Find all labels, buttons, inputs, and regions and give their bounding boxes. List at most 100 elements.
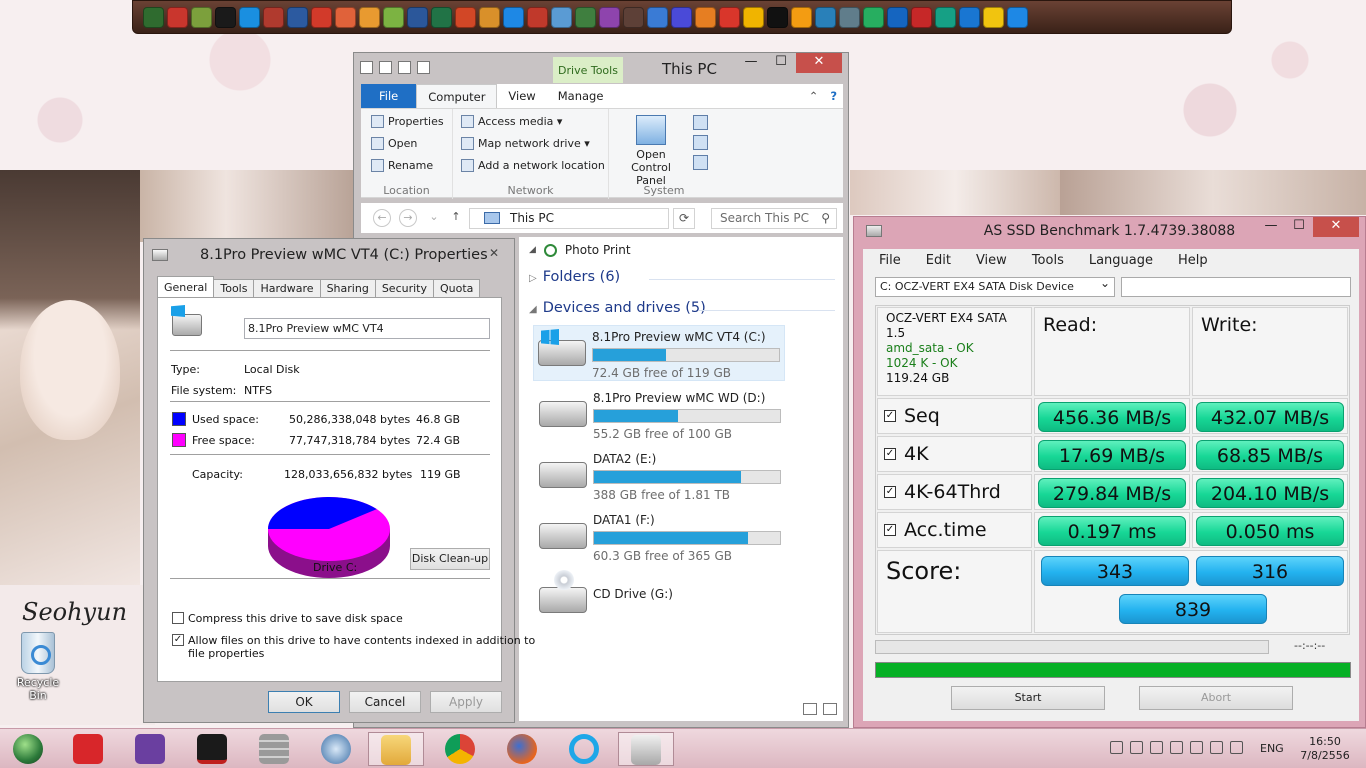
seq-checkbox[interactable]: ✓ — [884, 410, 896, 422]
row-acc-time[interactable]: ✓ Acc.time — [877, 512, 1032, 548]
input-language[interactable]: ENG — [1260, 742, 1284, 755]
map-network-drive-button[interactable]: Map network drive ▾ — [461, 137, 590, 150]
address-box[interactable]: This PC — [469, 208, 669, 229]
rename-button[interactable]: Rename — [371, 159, 433, 172]
tab-computer[interactable]: Computer — [416, 84, 498, 108]
dock-app-icon[interactable] — [407, 6, 428, 28]
drive-item-d[interactable]: 8.1Pro Preview wMC WD (D:) 55.2 GB free … — [535, 387, 785, 443]
disk-cleanup-button[interactable]: Disk Clean-up — [410, 548, 490, 570]
4k-checkbox[interactable]: ✓ — [884, 448, 896, 460]
dock-app-icon[interactable] — [431, 6, 452, 28]
tab-file[interactable]: File — [361, 84, 417, 108]
show-hidden-icons[interactable] — [1090, 741, 1103, 754]
new-folder-icon[interactable] — [398, 61, 411, 74]
menu-file[interactable]: File — [863, 253, 910, 268]
open-button[interactable]: Open — [371, 137, 417, 150]
dock-app-icon[interactable] — [551, 6, 572, 28]
row-seq[interactable]: ✓ Seq — [877, 398, 1032, 434]
network-icon[interactable] — [1110, 741, 1123, 754]
dock-app-icon[interactable] — [647, 6, 668, 28]
menu-language[interactable]: Language — [1073, 253, 1162, 268]
dock-app-icon[interactable] — [959, 6, 980, 28]
dock-app-icon[interactable] — [623, 6, 644, 28]
dock-app-icon[interactable] — [455, 6, 476, 28]
dock-app-icon[interactable] — [983, 6, 1004, 28]
maximize-button[interactable]: ☐ — [766, 53, 796, 73]
drive-item-f[interactable]: DATA1 (F:) 60.3 GB free of 365 GB — [535, 509, 785, 565]
tab-general[interactable]: General — [157, 276, 215, 297]
collapse-ribbon-icon[interactable]: ⌃ — [803, 84, 825, 108]
dock-app-icon[interactable] — [311, 6, 332, 28]
start-button[interactable]: Start — [951, 686, 1105, 710]
row-4k-64thrd[interactable]: ✓ 4K-64Thrd — [877, 474, 1032, 510]
minimize-button[interactable]: — — [736, 53, 766, 73]
folders-section-header[interactable]: ▷ Folders (6) — [529, 269, 620, 285]
dock-app-icon[interactable] — [815, 6, 836, 28]
output-textbox[interactable] — [1121, 277, 1351, 297]
taskbar-flash[interactable] — [60, 732, 116, 766]
close-button[interactable]: ✕ — [1313, 217, 1359, 237]
taskbar-chrome[interactable] — [432, 732, 488, 766]
dock-app-icon[interactable] — [719, 6, 740, 28]
taskbar-cpu-z[interactable] — [122, 732, 178, 766]
close-button[interactable]: ✕ — [484, 243, 504, 263]
devices-icon[interactable] — [1130, 741, 1143, 754]
recent-dropdown-icon[interactable]: ⌄ — [425, 209, 443, 227]
acc-time-checkbox[interactable]: ✓ — [884, 524, 896, 536]
minimize-button[interactable]: — — [1257, 217, 1285, 237]
menu-help[interactable]: Help — [1162, 253, 1217, 268]
taskbar-firefox[interactable] — [494, 732, 550, 766]
dock-app-icon[interactable] — [167, 6, 188, 28]
devices-section-header[interactable]: ◢ Devices and drives (5) — [529, 300, 706, 316]
dock-app-icon[interactable] — [599, 6, 620, 28]
4k-64thrd-checkbox[interactable]: ✓ — [884, 486, 896, 498]
taskbar-internet-explorer[interactable] — [556, 732, 612, 766]
clock[interactable]: 16:50 7/8/2556 — [1297, 735, 1353, 763]
dock-app-icon[interactable] — [143, 6, 164, 28]
uninstall-icon[interactable] — [693, 115, 708, 130]
large-icons-view-icon[interactable] — [823, 703, 837, 715]
ok-button[interactable]: OK — [268, 691, 340, 713]
dock-app-icon[interactable] — [479, 6, 500, 28]
start-orb-button[interactable] — [0, 732, 56, 766]
tab-security[interactable]: Security — [374, 279, 434, 297]
help-icon[interactable]: ? — [824, 84, 843, 108]
action-center-flag-icon[interactable] — [1150, 741, 1163, 754]
tab-tools[interactable]: Tools — [213, 279, 255, 297]
dock-app-icon[interactable] — [839, 6, 860, 28]
drive-item-g[interactable]: CD Drive (G:) — [535, 570, 785, 629]
dock-app-icon[interactable] — [935, 6, 956, 28]
dock-app-icon[interactable] — [743, 6, 764, 28]
recycle-bin[interactable]: Recycle Bin — [8, 632, 68, 702]
volume-icon[interactable] — [1210, 741, 1223, 754]
properties-button[interactable]: Properties — [371, 115, 444, 128]
tab-sharing[interactable]: Sharing — [319, 279, 376, 297]
dock-app-icon[interactable] — [575, 6, 596, 28]
menu-tools[interactable]: Tools — [1016, 253, 1073, 268]
add-network-location-button[interactable]: Add a network location — [461, 159, 605, 172]
dock-app-icon[interactable] — [1007, 6, 1028, 28]
dock-app-icon[interactable] — [263, 6, 284, 28]
control-panel-button[interactable]: Open Control Panel — [615, 115, 687, 187]
access-media-button[interactable]: Access media ▾ — [461, 115, 562, 128]
dock-app-icon[interactable] — [215, 6, 236, 28]
menu-view[interactable]: View — [960, 253, 1016, 268]
taskbar-as-ssd[interactable] — [618, 732, 674, 766]
drive-select[interactable]: C: OCZ-VERT EX4 SATA Disk Device — [875, 274, 1115, 297]
dock-app-icon[interactable] — [887, 6, 908, 28]
wifi-icon[interactable] — [1190, 741, 1203, 754]
dock-app-icon[interactable] — [695, 6, 716, 28]
dock-app-icon[interactable] — [503, 6, 524, 28]
index-checkbox[interactable]: ✓ — [172, 634, 184, 646]
abort-button[interactable]: Abort — [1139, 686, 1293, 710]
dock-app-icon[interactable] — [287, 6, 308, 28]
compress-checkbox[interactable] — [172, 612, 184, 624]
dock-app-icon[interactable] — [527, 6, 548, 28]
forward-button[interactable]: → — [399, 209, 417, 227]
battery-icon[interactable] — [1230, 741, 1243, 754]
close-button[interactable]: ✕ — [796, 53, 842, 73]
tab-view[interactable]: View — [497, 84, 546, 108]
dock-app-icon[interactable] — [791, 6, 812, 28]
search-input[interactable]: Search This PC ⚲ — [711, 208, 837, 229]
taskbar-amd-fx[interactable] — [184, 732, 240, 766]
